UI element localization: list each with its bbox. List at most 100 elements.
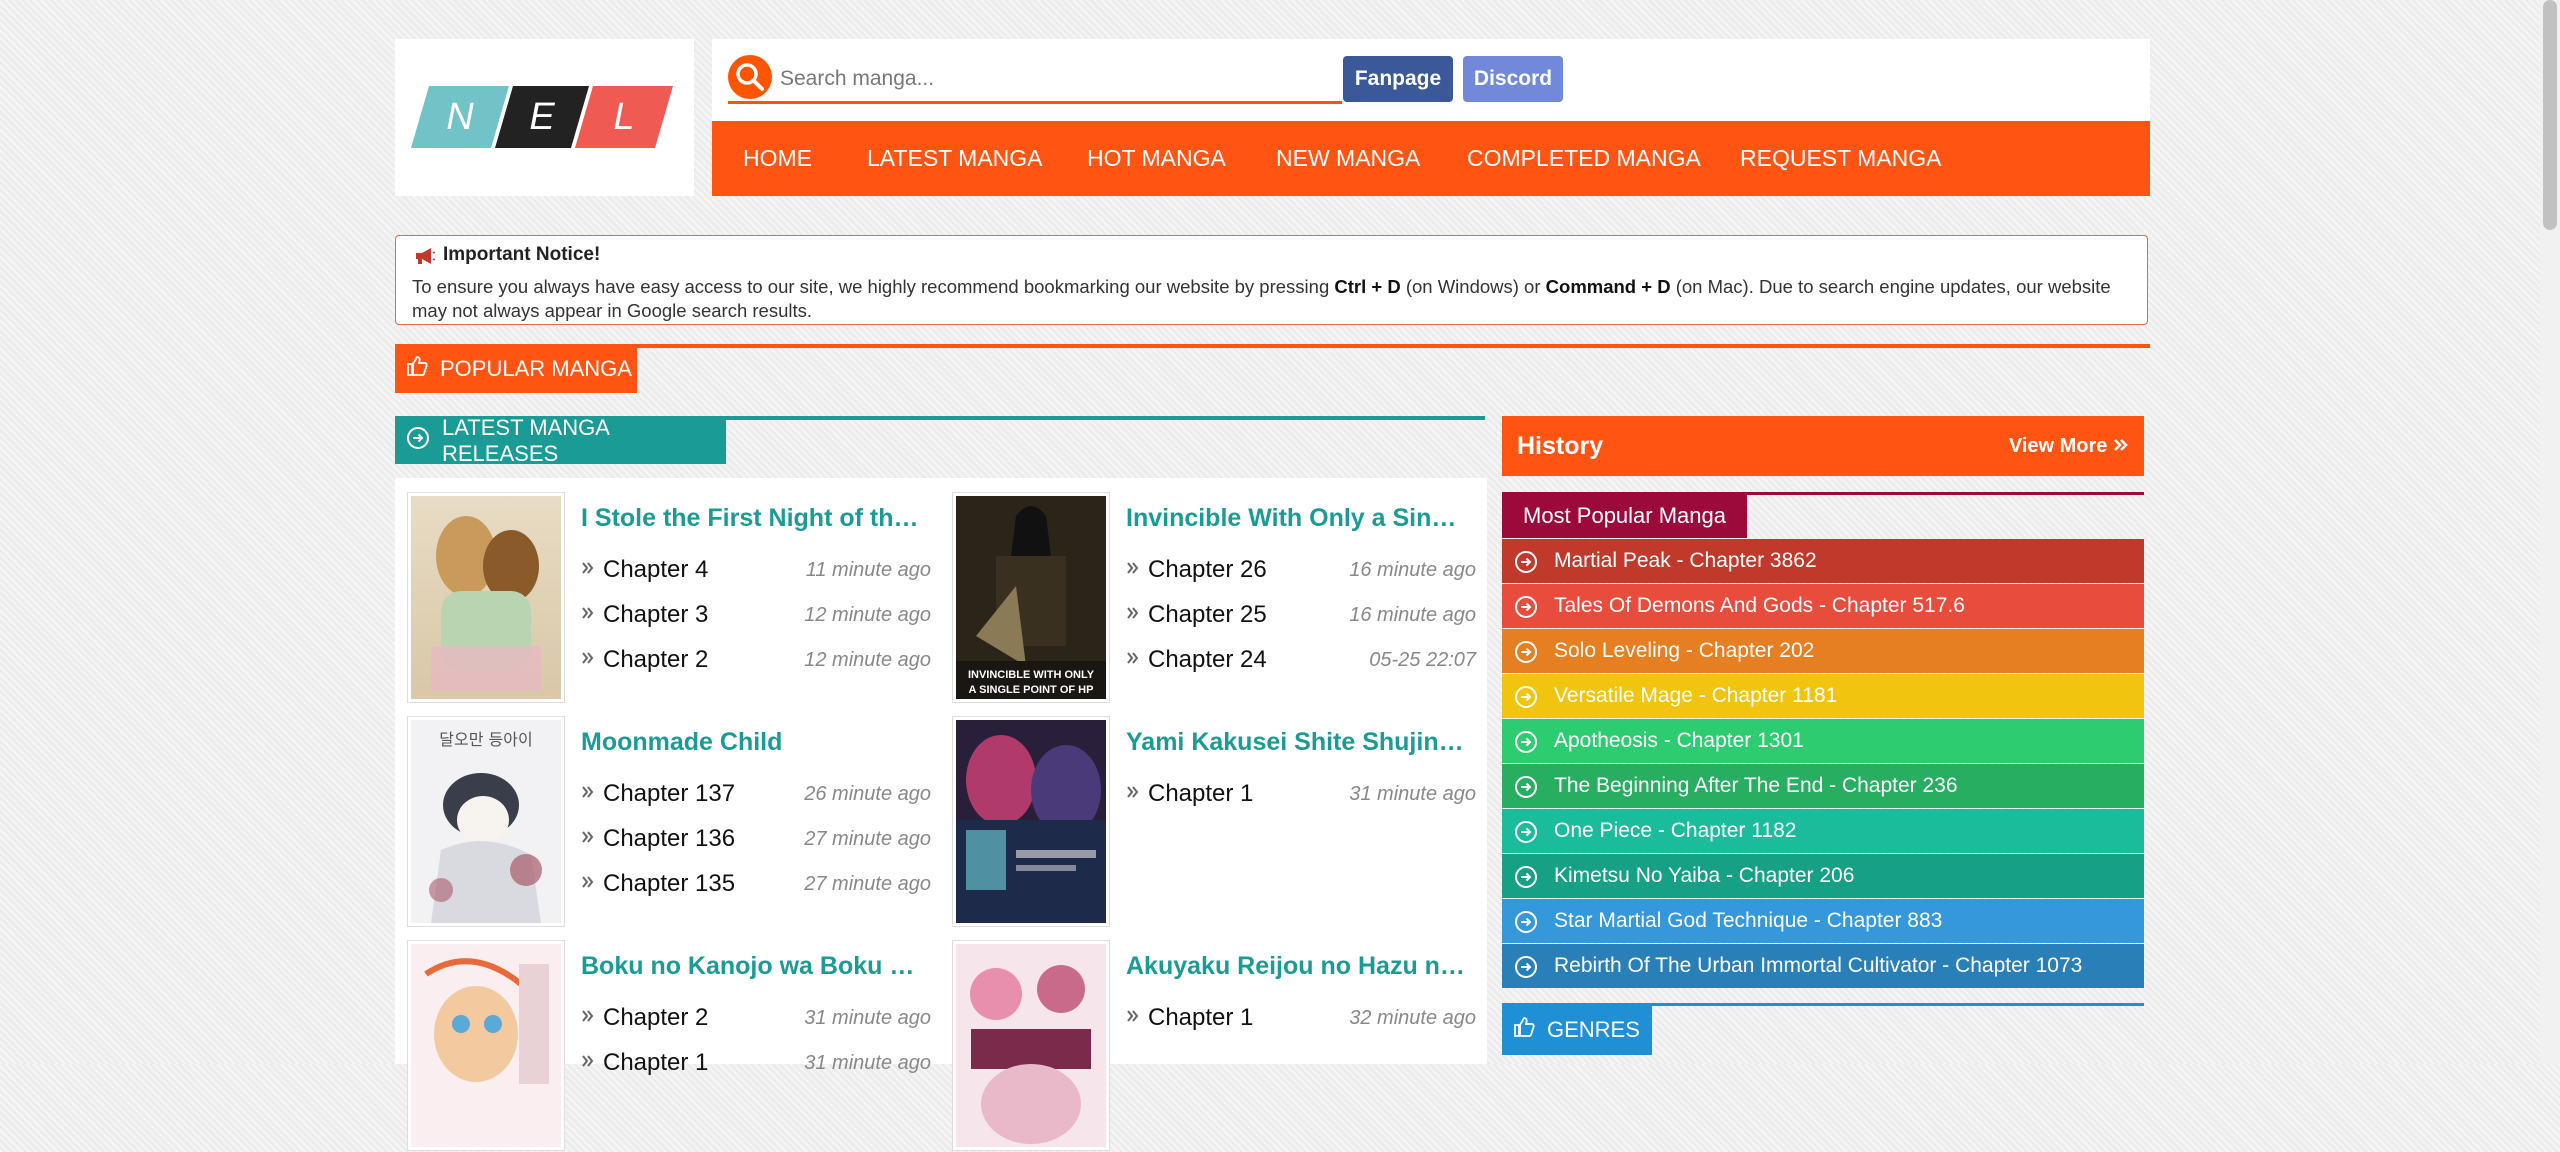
chapter-row[interactable]: Chapter 1 31 minute ago	[1126, 774, 1476, 814]
chapter-label[interactable]: Chapter 4	[603, 550, 708, 590]
page-scrollbar[interactable]	[2540, 0, 2560, 1064]
chapter-time: 12 minute ago	[804, 604, 931, 626]
chapter-label[interactable]: Chapter 26	[1148, 550, 1267, 590]
manga-title[interactable]: Boku no Kanojo wa Boku …	[581, 952, 921, 981]
cover-image: INVINCIBLE WITH ONLY A SINGLE POINT OF H…	[956, 496, 1106, 699]
chapter-label[interactable]: Chapter 3	[603, 595, 708, 635]
chapter-row[interactable]: Chapter 136 27 minute ago	[581, 819, 931, 859]
manga-cover[interactable]	[407, 492, 565, 703]
manga-item: INVINCIBLE WITH ONLY A SINGLE POINT OF H…	[940, 478, 1485, 703]
discord-button[interactable]: Discord	[1463, 56, 1563, 102]
nav-request-manga[interactable]: REQUEST MANGA	[1740, 121, 1942, 196]
chapter-row[interactable]: Chapter 2 31 minute ago	[581, 998, 931, 1038]
notice-shortcut-windows: Ctrl + D	[1334, 276, 1401, 297]
header-search-area: Fanpage Discord	[712, 39, 2150, 121]
thumbs-up-icon	[406, 355, 428, 383]
fanpage-button[interactable]: Fanpage	[1343, 56, 1453, 102]
latest-releases-header: LATEST MANGA RELEASES	[395, 415, 726, 466]
site-logo[interactable]: N E L	[395, 39, 694, 196]
nav-new-manga[interactable]: NEW MANGA	[1276, 121, 1420, 196]
chapter-label[interactable]: Chapter 137	[603, 774, 735, 814]
cover-image	[411, 496, 561, 699]
cover-title-text: A SINGLE POINT OF HP	[969, 684, 1094, 696]
manga-title[interactable]: I Stole the First Night of th…	[581, 504, 921, 533]
most-popular-item[interactable]: The Beginning After The End - Chapter 23…	[1502, 764, 2144, 808]
chapter-row[interactable]: Chapter 1 32 minute ago	[1126, 998, 1476, 1038]
important-notice: Important Notice! To ensure you always h…	[395, 235, 2148, 325]
search-icon[interactable]	[728, 55, 772, 99]
most-popular-label[interactable]: Rebirth Of The Urban Immortal Cultivator…	[1554, 944, 2082, 988]
most-popular-label[interactable]: Tales Of Demons And Gods - Chapter 517.6	[1554, 584, 1965, 628]
chapter-row[interactable]: Chapter 26 16 minute ago	[1126, 550, 1476, 590]
chapter-row[interactable]: Chapter 24 05-25 22:07	[1126, 640, 1476, 680]
manga-cover[interactable]: 달오만 등아이	[407, 716, 565, 927]
chapter-label[interactable]: Chapter 135	[603, 864, 735, 904]
manga-title[interactable]: Invincible With Only a Sin…	[1126, 504, 1466, 533]
chapter-label[interactable]: Chapter 1	[1148, 998, 1253, 1038]
main-nav: HOME LATEST MANGA HOT MANGA NEW MANGA CO…	[712, 121, 2150, 196]
logo-image: N E L	[411, 86, 673, 148]
manga-title[interactable]: Yami Kakusei Shite Shujin…	[1126, 728, 1466, 757]
popular-divider	[395, 344, 2150, 348]
chapter-row[interactable]: Chapter 4 11 minute ago	[581, 550, 931, 590]
history-title: History	[1517, 432, 1604, 460]
view-more-link[interactable]: View More	[2009, 416, 2129, 476]
nav-hot-manga[interactable]: HOT MANGA	[1087, 121, 1226, 196]
chapter-time: 31 minute ago	[1349, 783, 1476, 805]
most-popular-item[interactable]: Solo Leveling - Chapter 202	[1502, 629, 2144, 673]
chapter-time: 16 minute ago	[1349, 604, 1476, 626]
most-popular-item[interactable]: Star Martial God Technique - Chapter 883	[1502, 899, 2144, 943]
notice-text: To ensure you always have easy access to…	[412, 275, 2137, 323]
most-popular-item[interactable]: Kimetsu No Yaiba - Chapter 206	[1502, 854, 2144, 898]
most-popular-label[interactable]: Martial Peak - Chapter 3862	[1554, 539, 1817, 583]
megaphone-icon	[416, 248, 436, 264]
manga-cover[interactable]	[952, 940, 1110, 1151]
most-popular-label[interactable]: One Piece - Chapter 1182	[1554, 809, 1796, 853]
chapter-label[interactable]: Chapter 136	[603, 819, 735, 859]
most-popular-item[interactable]: Rebirth Of The Urban Immortal Cultivator…	[1502, 944, 2144, 988]
manga-item: 달오만 등아이 Moonmade Child Chapter 137 26 mi…	[395, 702, 940, 927]
chapter-time: 12 minute ago	[804, 649, 931, 671]
most-popular-label[interactable]: Solo Leveling - Chapter 202	[1554, 629, 1814, 673]
chapter-label[interactable]: Chapter 2	[603, 640, 708, 680]
chapter-row[interactable]: Chapter 1 31 minute ago	[581, 1043, 931, 1083]
popular-manga-header: POPULAR MANGA	[395, 345, 637, 393]
chapter-row[interactable]: Chapter 135 27 minute ago	[581, 864, 931, 904]
most-popular-label[interactable]: The Beginning After The End - Chapter 23…	[1554, 764, 1958, 808]
thumbs-up-icon	[1513, 1016, 1535, 1044]
double-chevron-icon	[582, 1010, 594, 1022]
most-popular-item[interactable]: Versatile Mage - Chapter 1181	[1502, 674, 2144, 718]
chapter-label[interactable]: Chapter 2	[603, 998, 708, 1038]
most-popular-item[interactable]: One Piece - Chapter 1182	[1502, 809, 2144, 853]
circle-arrow-icon	[1515, 596, 1537, 618]
manga-item: Akuyaku Reijou no Hazu n… Chapter 1 32 m…	[940, 926, 1485, 1151]
chapter-row[interactable]: Chapter 137 26 minute ago	[581, 774, 931, 814]
manga-cover[interactable]	[952, 716, 1110, 927]
manga-cover[interactable]	[407, 940, 565, 1151]
chapter-label[interactable]: Chapter 1	[1148, 774, 1253, 814]
nav-home[interactable]: HOME	[743, 121, 812, 196]
most-popular-item[interactable]: Martial Peak - Chapter 3862	[1502, 539, 2144, 583]
history-header: History View More	[1502, 416, 2144, 476]
most-popular-label[interactable]: Apotheosis - Chapter 1301	[1554, 719, 1804, 763]
chapter-row[interactable]: Chapter 2 12 minute ago	[581, 640, 931, 680]
chapter-time: 31 minute ago	[804, 1052, 931, 1074]
chapter-row[interactable]: Chapter 25 16 minute ago	[1126, 595, 1476, 635]
manga-title[interactable]: Akuyaku Reijou no Hazu n…	[1126, 952, 1466, 981]
most-popular-label[interactable]: Kimetsu No Yaiba - Chapter 206	[1554, 854, 1854, 898]
manga-title[interactable]: Moonmade Child	[581, 728, 921, 757]
chapter-label[interactable]: Chapter 25	[1148, 595, 1267, 635]
most-popular-label[interactable]: Star Martial God Technique - Chapter 883	[1554, 899, 1942, 943]
search-input[interactable]	[778, 63, 1302, 95]
double-chevron-icon	[1127, 652, 1139, 664]
chapter-row[interactable]: Chapter 3 12 minute ago	[581, 595, 931, 635]
most-popular-item[interactable]: Apotheosis - Chapter 1301	[1502, 719, 2144, 763]
most-popular-label[interactable]: Versatile Mage - Chapter 1181	[1554, 674, 1837, 718]
nav-completed-manga[interactable]: COMPLETED MANGA	[1467, 121, 1701, 196]
most-popular-item[interactable]: Tales Of Demons And Gods - Chapter 517.6	[1502, 584, 2144, 628]
chapter-label[interactable]: Chapter 24	[1148, 640, 1267, 680]
manga-cover[interactable]: INVINCIBLE WITH ONLY A SINGLE POINT OF H…	[952, 492, 1110, 703]
nav-latest-manga[interactable]: LATEST MANGA	[867, 121, 1043, 196]
scrollbar-thumb[interactable]	[2543, 0, 2557, 230]
chapter-label[interactable]: Chapter 1	[603, 1043, 708, 1083]
